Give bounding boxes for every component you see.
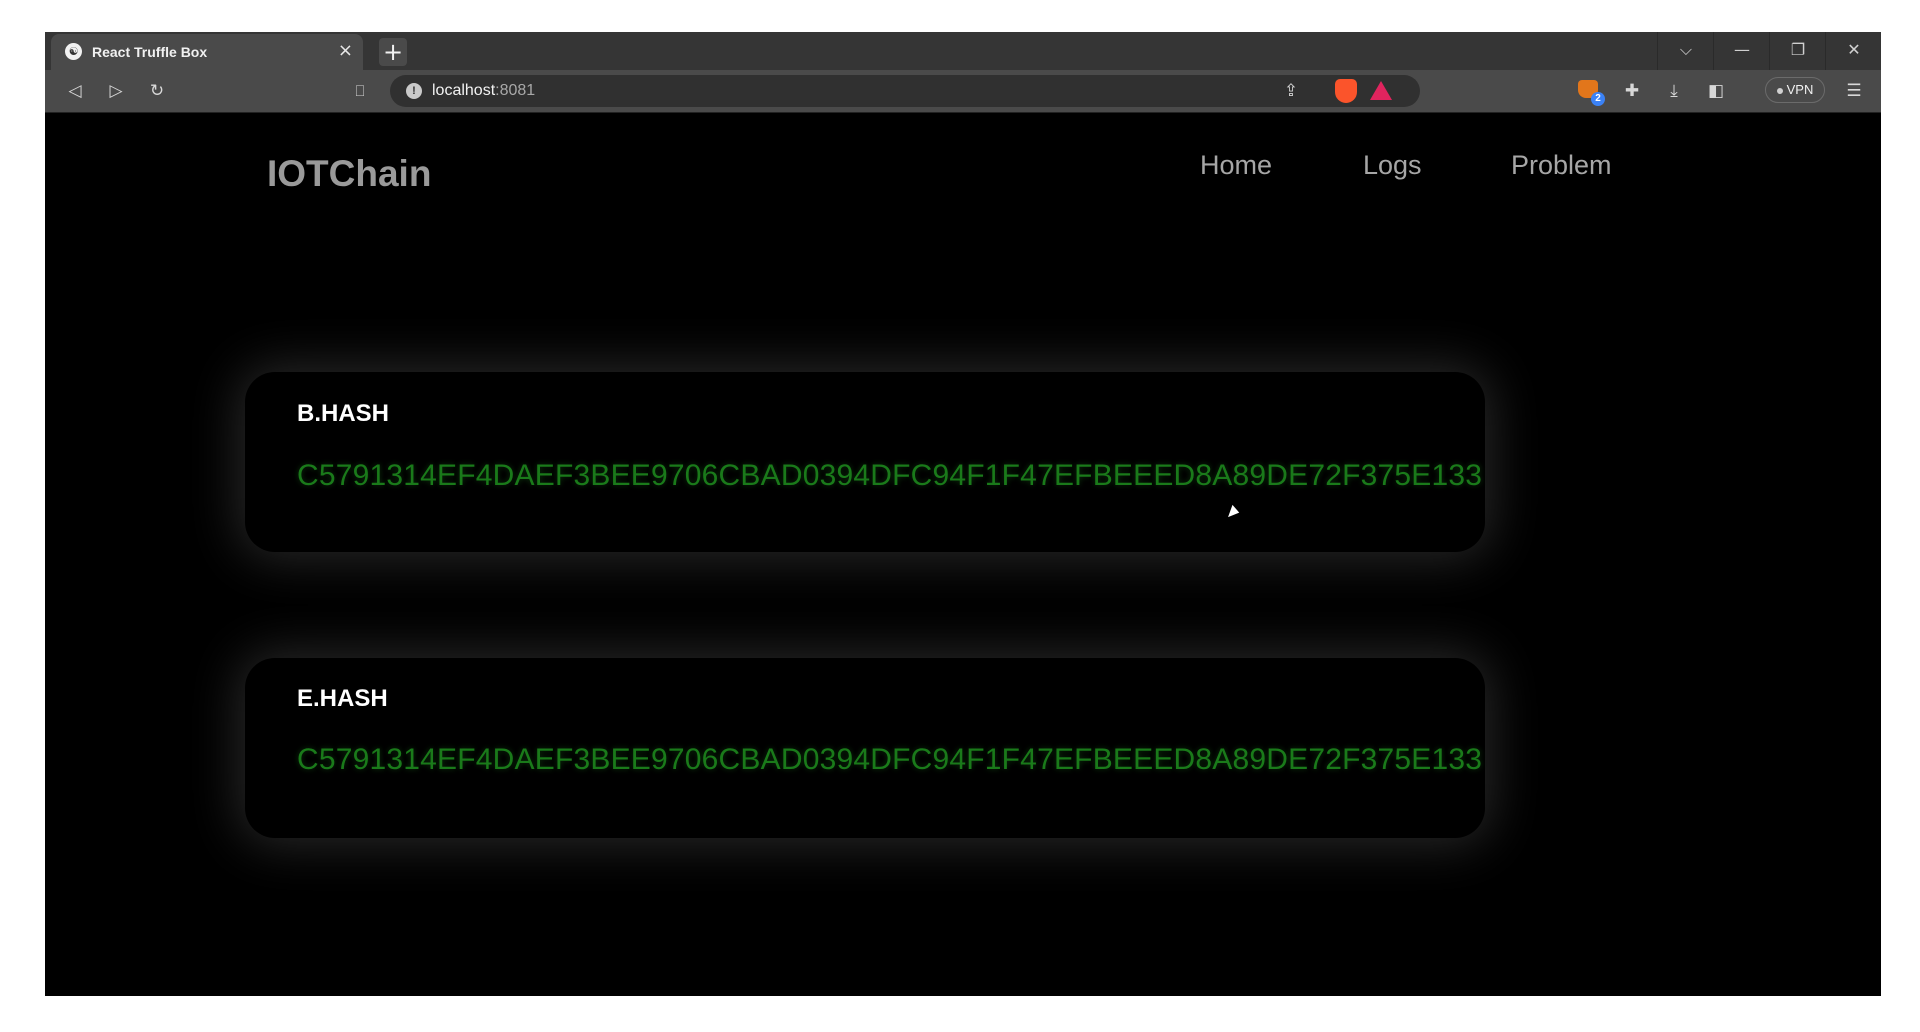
- menu-icon[interactable]: ☰: [1841, 78, 1867, 104]
- browser-tab[interactable]: ☯ React Truffle Box ×: [51, 34, 363, 70]
- brave-shields-icon[interactable]: [1335, 79, 1357, 103]
- nav-home[interactable]: Home: [1200, 150, 1272, 181]
- share-icon[interactable]: ⇪: [1278, 78, 1304, 104]
- browser-toolbar: ◁ ▷ ↻ ⎕ ! localhost:8081 ⇪ 2 ✚ ⤓ ◧ VPN ☰: [45, 70, 1881, 113]
- vpn-status-icon: [1776, 87, 1783, 94]
- download-icon[interactable]: ⤓: [1661, 78, 1687, 104]
- close-window-button[interactable]: ✕: [1825, 32, 1881, 70]
- forward-icon[interactable]: ▷: [103, 78, 129, 104]
- browser-window: ☯ React Truffle Box × + ⌵ — ❐ ✕ ◁ ▷ ↻ ⎕ …: [45, 32, 1881, 996]
- b-hash-label: B.HASH: [297, 400, 390, 427]
- url-text: localhost:8081: [432, 82, 535, 100]
- restore-button[interactable]: ❐: [1769, 32, 1826, 70]
- brand-logo[interactable]: IOTChain: [267, 153, 431, 195]
- site-info-icon[interactable]: !: [406, 83, 422, 99]
- url-port: :8081: [495, 82, 536, 99]
- vpn-label: VPN: [1786, 82, 1814, 97]
- tab-close-icon[interactable]: ×: [338, 41, 353, 61]
- url-host: localhost: [432, 82, 496, 99]
- page-content: IOTChain Home Logs Problem B.HASH C57913…: [45, 113, 1881, 996]
- b-hash-value: C5791314EF4DAEF3BEE9706CBAD0394DFC94F1F4…: [297, 459, 1483, 492]
- wallet-icon[interactable]: [1729, 78, 1755, 104]
- extension-badge: 2: [1591, 92, 1605, 106]
- new-tab-button[interactable]: +: [379, 38, 407, 66]
- extensions-puzzle-icon[interactable]: ✚: [1619, 78, 1645, 104]
- vpn-button[interactable]: VPN: [1765, 77, 1825, 103]
- tab-strip: ☯ React Truffle Box × + ⌵ — ❐ ✕: [45, 32, 1881, 70]
- tab-title: React Truffle Box: [92, 44, 208, 60]
- e-hash-value: C5791314EF4DAEF3BEE9706CBAD0394DFC94F1F4…: [297, 743, 1483, 776]
- e-hash-label: E.HASH: [297, 685, 388, 712]
- brave-rewards-icon[interactable]: [1370, 81, 1392, 100]
- back-icon[interactable]: ◁: [62, 78, 88, 104]
- address-bar[interactable]: ! localhost:8081 ⇪: [390, 75, 1420, 107]
- reload-icon[interactable]: ↻: [144, 78, 170, 104]
- sidebar-icon[interactable]: ◧: [1703, 78, 1729, 104]
- react-favicon-icon: ☯: [65, 43, 82, 60]
- minimize-button[interactable]: —: [1713, 32, 1770, 70]
- nav-logs[interactable]: Logs: [1363, 150, 1422, 181]
- bookmark-icon[interactable]: ⎕: [347, 78, 373, 104]
- nav-problem[interactable]: Problem: [1511, 150, 1612, 181]
- tab-search-icon[interactable]: ⌵: [1657, 32, 1714, 70]
